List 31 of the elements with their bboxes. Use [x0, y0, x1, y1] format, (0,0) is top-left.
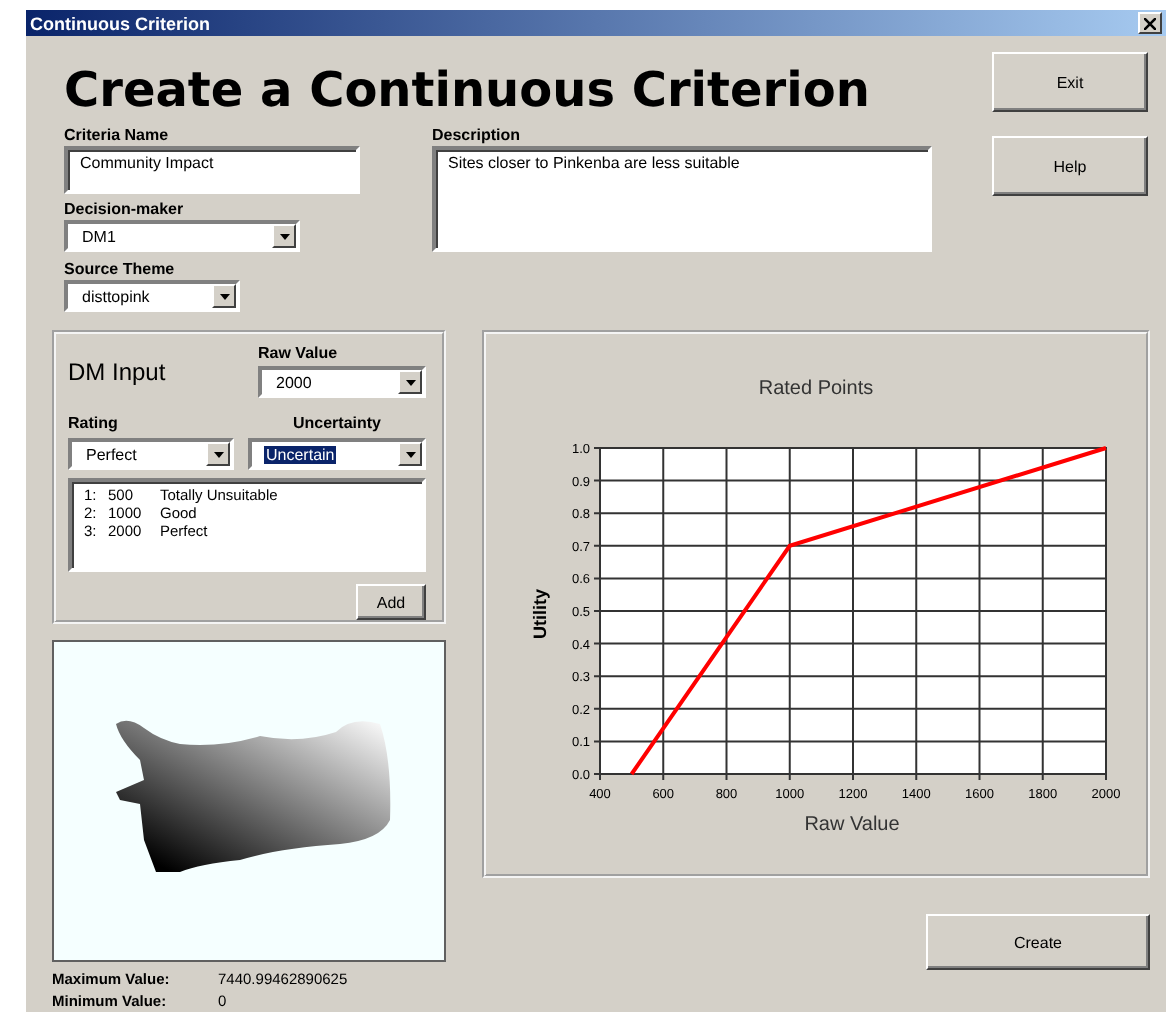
- field-label: Description: [432, 126, 521, 146]
- uncertainty-select[interactable]: Uncertain: [248, 438, 426, 470]
- window-title: Continuous Criterion: [30, 13, 210, 33]
- field-label: Source Theme: [64, 260, 175, 280]
- chart-title: Rated Points: [758, 378, 874, 400]
- axis-label: Utility: [530, 589, 550, 639]
- field-label: Decision-maker: [64, 200, 184, 220]
- form-heading: Create a Continuous Criterion: [64, 62, 872, 118]
- dropdown-arrow-icon: [219, 293, 229, 299]
- panel-title: DM Input: [68, 358, 166, 390]
- axis-label: Raw Value: [804, 814, 900, 836]
- create-button[interactable]: Create: [926, 914, 1150, 970]
- dropdown-arrow-icon: [405, 451, 415, 457]
- dropdown-arrow-icon: [405, 379, 415, 385]
- dialog-button[interactable]: Help: [992, 136, 1148, 196]
- decision-maker-select[interactable]: DM1: [64, 220, 300, 252]
- add-button[interactable]: Add: [356, 584, 426, 620]
- dialog-button[interactable]: Exit: [992, 52, 1148, 112]
- source-theme-select[interactable]: disttopink: [64, 280, 240, 312]
- dropdown-arrow-icon: [279, 233, 289, 239]
- rating-select[interactable]: Perfect: [68, 438, 234, 470]
- field-label: Uncertainty: [292, 414, 381, 434]
- field-label: Rating: [68, 414, 118, 434]
- close-button[interactable]: [1138, 12, 1162, 34]
- criteria-name-field[interactable]: Community Impact: [64, 146, 360, 194]
- dropdown-arrow-icon: [213, 451, 223, 457]
- close-icon: [1144, 17, 1156, 29]
- field-label: Raw Value: [258, 344, 338, 364]
- raw-value-select[interactable]: 2000: [258, 366, 426, 398]
- description-field[interactable]: Sites closer to Pinkenba are less suitable: [432, 146, 932, 252]
- field-label: Criteria Name: [64, 126, 169, 146]
